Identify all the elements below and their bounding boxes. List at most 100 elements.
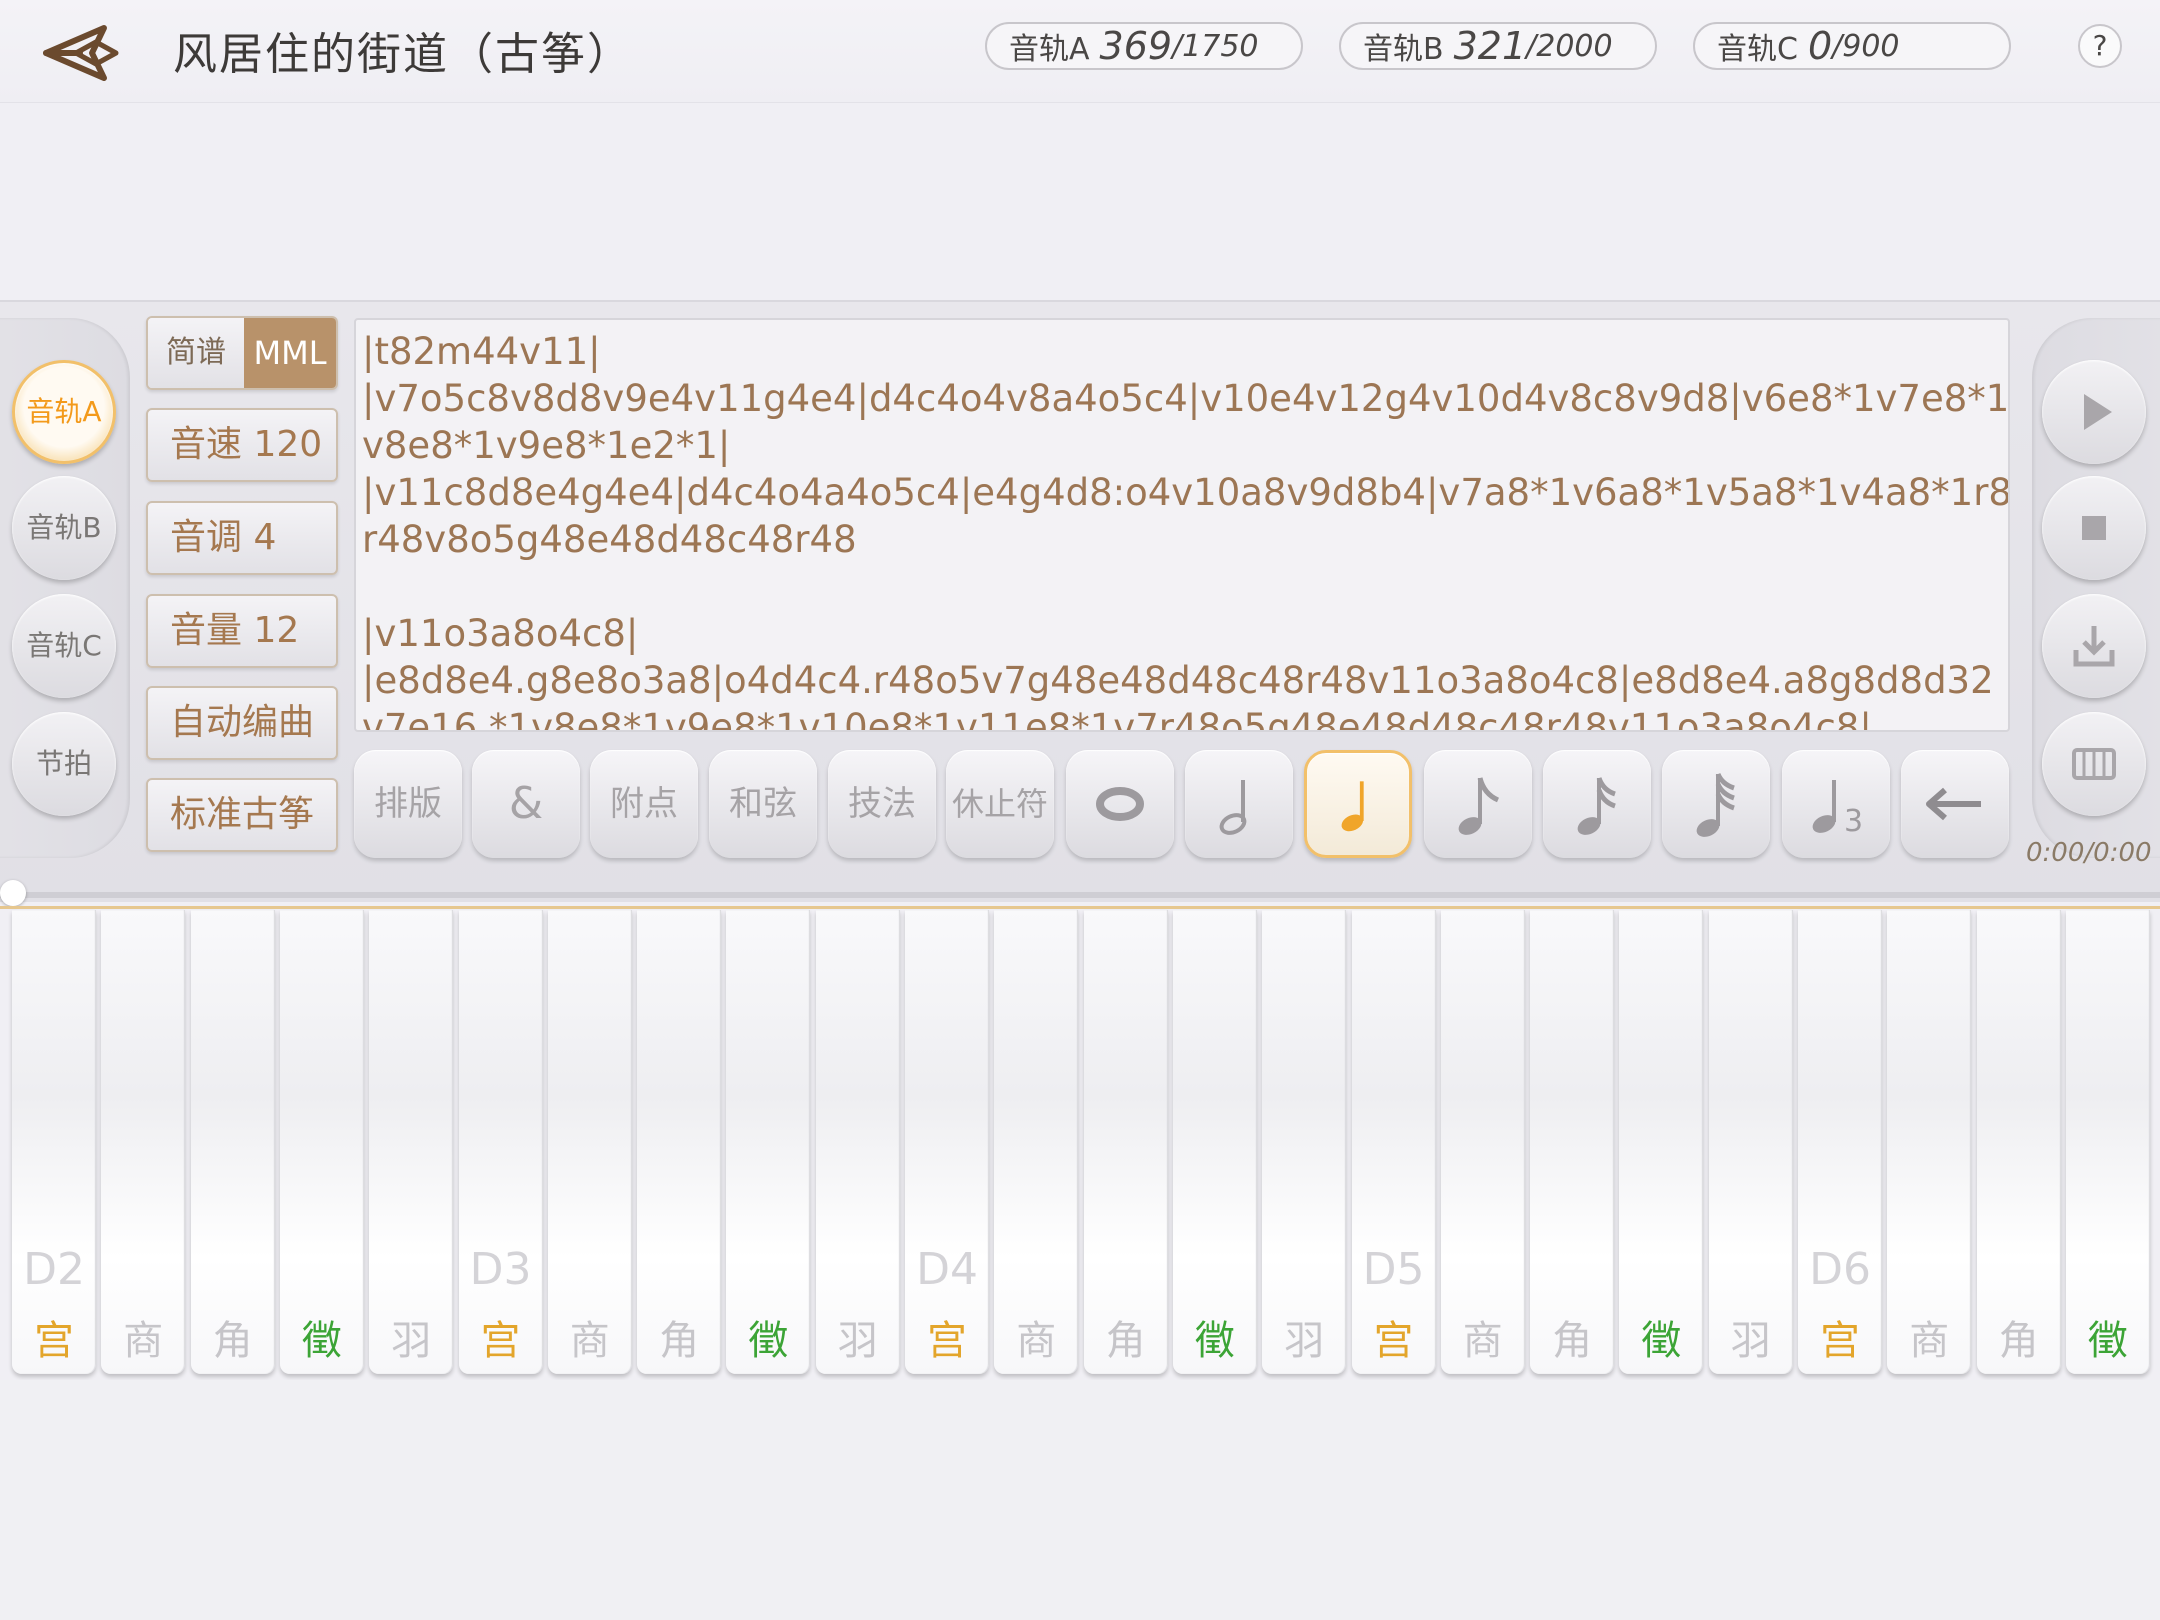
sixteenth-note-button[interactable] — [1543, 750, 1651, 858]
editor-line: |e8d8e4.g8e8o3a8|o4d4c4.r48o5v7g48e48d48… — [362, 659, 1994, 702]
string-key[interactable]: 徵 — [1619, 910, 1704, 1374]
chord-button[interactable]: 和弦 — [709, 750, 817, 858]
string-key[interactable]: 徵 — [2065, 910, 2150, 1374]
whole-note-button[interactable] — [1066, 750, 1174, 858]
string-key[interactable]: 徵 — [1172, 910, 1257, 1374]
triplet-note-icon — [1812, 780, 1836, 833]
jianpu-mode-option[interactable]: 简谱 — [148, 318, 244, 388]
mml-mode-option[interactable]: MML — [244, 318, 336, 388]
string-key[interactable]: 角 — [1083, 910, 1168, 1374]
scale-degree-label: 商 — [1462, 1318, 1503, 1364]
string-key[interactable]: 商 — [1887, 910, 1972, 1374]
key-button[interactable]: 音调 4 — [146, 501, 338, 575]
string-key[interactable]: 商 — [547, 910, 632, 1374]
rest-button[interactable]: 休止符 — [946, 750, 1054, 858]
layout-button[interactable]: 排版 — [354, 750, 462, 858]
scale-degree-label: 商 — [1016, 1318, 1057, 1364]
string-key[interactable]: 商 — [1440, 910, 1525, 1374]
playback-progress-track[interactable] — [0, 892, 2160, 898]
string-key[interactable]: 徵 — [279, 910, 364, 1374]
string-key[interactable]: D3 宫 — [458, 910, 543, 1374]
technique-button[interactable]: 技法 — [828, 750, 936, 858]
scale-degree-label: 角 — [1105, 1318, 1146, 1364]
string-key[interactable]: 羽 — [1262, 910, 1347, 1374]
stop-button[interactable] — [2042, 476, 2146, 580]
scale-degree-label: 羽 — [1730, 1318, 1771, 1364]
song-title: 风居住的街道（古筝） — [173, 29, 633, 80]
string-key[interactable]: 羽 — [1708, 910, 1793, 1374]
triplet-note-button[interactable]: 3 — [1782, 750, 1890, 858]
string-key[interactable]: 羽 — [369, 910, 454, 1374]
keyboard-icon — [2072, 748, 2116, 780]
track-a-counter: 音轨A 369 /1750 — [985, 22, 1303, 70]
progress-handle[interactable] — [0, 880, 26, 906]
editor-line: v8e8*1v9e8*1e2*1| — [362, 424, 731, 467]
back-logo-icon[interactable] — [40, 22, 126, 84]
instrument-button[interactable]: 标准古筝 — [146, 778, 338, 852]
volume-button[interactable]: 音量 12 — [146, 594, 338, 668]
editor-line: |t82m44v11| — [362, 330, 601, 373]
tie-button[interactable]: & — [472, 750, 580, 858]
string-key[interactable]: D5 宫 — [1351, 910, 1436, 1374]
half-note-icon — [1219, 780, 1247, 835]
track-b-counter: 音轨B 321 /2000 — [1339, 22, 1657, 70]
triplet-label: 3 — [1844, 804, 1864, 839]
quarter-note-button[interactable] — [1304, 750, 1412, 858]
backspace-arrow-icon — [1926, 787, 1981, 821]
scale-degree-label: 徵 — [1194, 1318, 1235, 1364]
sixteenth-note-icon — [1577, 777, 1616, 835]
string-key[interactable]: 角 — [637, 910, 722, 1374]
string-key[interactable]: D4 宫 — [905, 910, 989, 1374]
scale-degree-label: 徵 — [2087, 1318, 2128, 1364]
editor-line: |v11c8d8e4g4e4|d4c4o4a4o5c4|e4g4d8:o4v10… — [362, 471, 2010, 514]
scale-degree-label: 角 — [1552, 1318, 1593, 1364]
octave-label: D4 — [916, 1244, 978, 1295]
download-icon — [2073, 626, 2115, 667]
stop-icon — [2082, 516, 2106, 540]
scale-degree-label: 角 — [1998, 1318, 2039, 1364]
editor-line: |v7o5c8v8d8v9e4v11g4e4|d4c4o4v8a4o5c4|v1… — [362, 377, 2010, 420]
scale-degree-label: 商 — [123, 1318, 164, 1364]
thirty-second-note-icon — [1696, 772, 1735, 837]
track-a-button[interactable]: 音轨A — [12, 360, 116, 464]
string-key[interactable]: D6 宫 — [1798, 910, 1882, 1374]
notation-mode-toggle[interactable]: 简谱 MML — [146, 316, 338, 390]
keyboard-top-border — [0, 906, 2160, 909]
thirty-second-note-button[interactable] — [1662, 750, 1770, 858]
string-key[interactable]: 商 — [994, 910, 1079, 1374]
string-key[interactable]: 徵 — [726, 910, 811, 1374]
guzheng-keyboard: D2 宫 商 角 徵 羽 D3 宫 商 角 徵 羽 D4 宫 商 角 徵 羽 D5 宫 商 角 徵 羽 D6 宫 商 角 徵 — [0, 910, 2160, 1380]
tempo-button[interactable]: 音速 120 — [146, 408, 338, 482]
octave-label: D6 — [1809, 1244, 1871, 1295]
track-c-button[interactable]: 音轨C — [12, 594, 116, 698]
keyboard-toggle-button[interactable] — [2042, 712, 2146, 816]
track-b-button[interactable]: 音轨B — [12, 476, 116, 580]
help-button[interactable]: ? — [2078, 24, 2122, 68]
string-key[interactable]: 角 — [1530, 910, 1615, 1374]
metronome-button[interactable]: 节拍 — [12, 712, 116, 816]
backspace-button[interactable] — [1901, 750, 2009, 858]
string-key[interactable]: D2 宫 — [12, 910, 96, 1374]
play-button[interactable] — [2042, 360, 2146, 464]
scale-degree-label: 商 — [1909, 1318, 1950, 1364]
string-key[interactable]: 角 — [1976, 910, 2061, 1374]
half-note-button[interactable] — [1185, 750, 1293, 858]
string-key[interactable]: 商 — [101, 910, 186, 1374]
scale-degree-label: 宫 — [34, 1318, 74, 1364]
auto-compose-button[interactable]: 自动编曲 — [146, 686, 338, 760]
scale-degree-label: 角 — [659, 1318, 700, 1364]
playback-timer: 0:00/0:00 — [2026, 838, 2152, 868]
eighth-note-icon — [1458, 777, 1500, 835]
dot-button[interactable]: 附点 — [590, 750, 698, 858]
eighth-note-button[interactable] — [1424, 750, 1532, 858]
string-key[interactable]: 羽 — [815, 910, 900, 1374]
play-icon — [2084, 394, 2112, 430]
scale-degree-label: 徵 — [748, 1318, 789, 1364]
scale-degree-label: 宫 — [927, 1318, 967, 1364]
string-key[interactable]: 角 — [190, 910, 275, 1374]
bottom-area — [0, 1380, 2160, 1620]
octave-label: D5 — [1362, 1244, 1425, 1295]
mml-text-editor[interactable]: |t82m44v11| |v7o5c8v8d8v9e4v11g4e4|d4c4o… — [354, 318, 2010, 732]
export-button[interactable] — [2042, 594, 2146, 698]
